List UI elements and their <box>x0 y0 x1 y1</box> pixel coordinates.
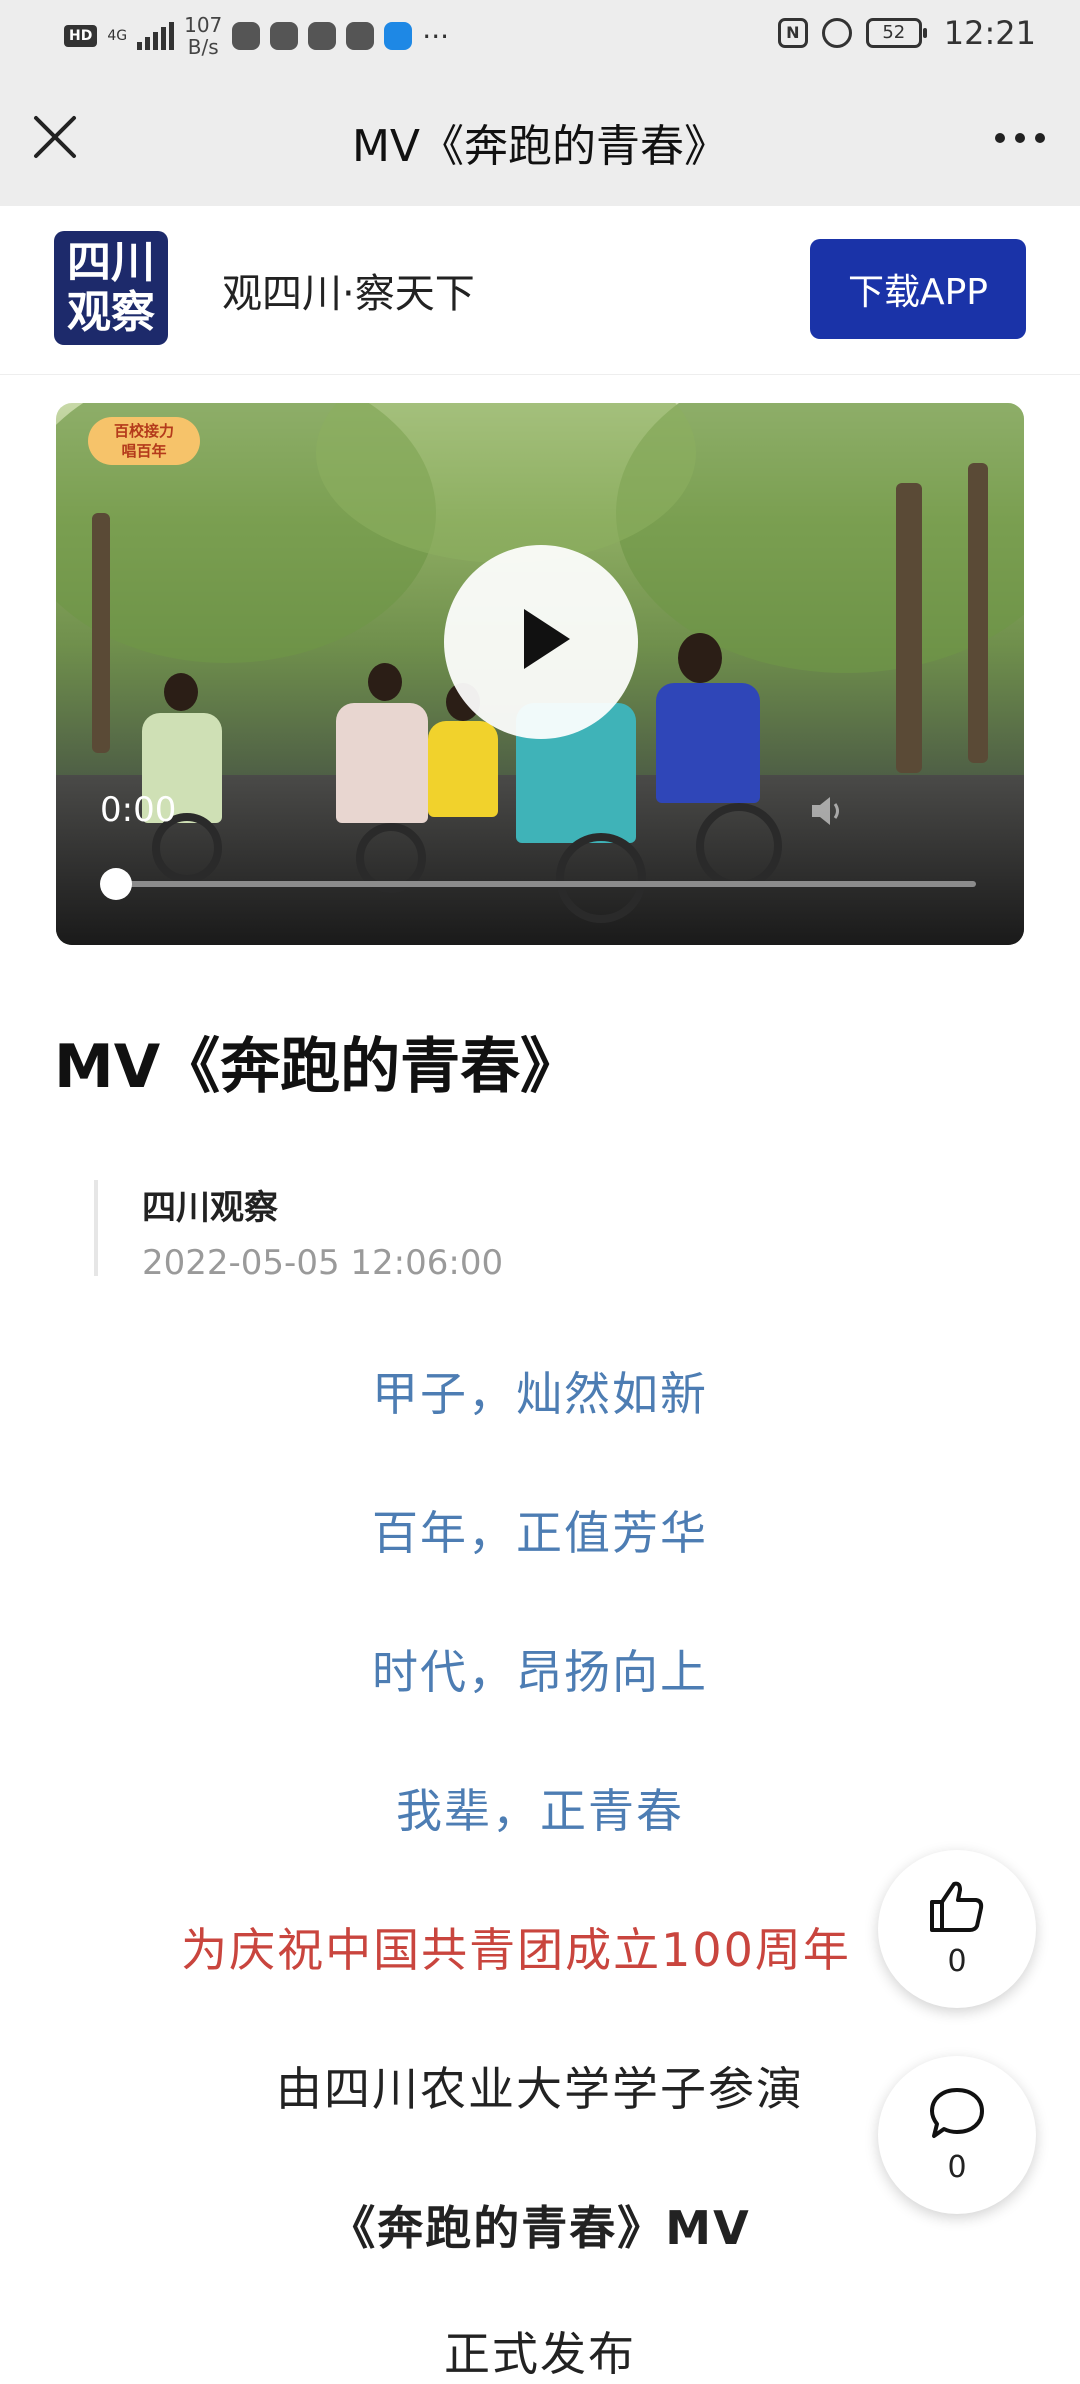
badge-line-1: 百校接力 <box>113 422 174 440</box>
play-icon <box>524 609 570 669</box>
play-button[interactable] <box>444 545 638 739</box>
battery-icon: 52 <box>865 18 927 48</box>
comment-bubble-icon <box>928 2086 986 2144</box>
speed-value: 107 <box>184 13 223 37</box>
alarm-icon <box>821 18 852 48</box>
author-name[interactable]: 四川观察 <box>142 1180 503 1229</box>
qq-icon <box>270 22 299 50</box>
speed-unit: B/s <box>187 35 219 59</box>
nfc-icon: N <box>777 18 808 48</box>
logo-line-1: 四川 <box>67 237 155 288</box>
qq-icon <box>232 22 261 50</box>
article-line: 时代，昂扬向上 <box>372 1645 708 1699</box>
bike-wheel <box>696 803 782 889</box>
event-badge: 百校接力 唱百年 <box>88 417 200 465</box>
rider <box>656 683 760 803</box>
wechat-icon <box>346 22 375 50</box>
video-progress-knob[interactable] <box>100 868 132 900</box>
status-left: HD 4G 107 B/s ··· <box>64 14 449 58</box>
article-line: 我辈，正青春 <box>396 1784 684 1838</box>
article-line-partial: 正式发布 <box>444 2327 636 2381</box>
badge-line-2: 唱百年 <box>121 442 167 460</box>
app-logo: 四川 观察 <box>54 231 168 345</box>
network-speed: 107 B/s <box>184 14 222 58</box>
thumbs-up-icon <box>928 1880 986 1938</box>
title-bar: MV《奔跑的青春》 <box>0 72 1080 206</box>
status-bar: HD 4G 107 B/s ··· N 52 12:21 <box>0 0 1080 72</box>
author-info: 四川观察 2022-05-05 12:06:00 <box>94 1180 503 1283</box>
publish-date: 2022-05-05 12:06:00 <box>142 1243 504 1283</box>
tree-trunk <box>896 483 922 773</box>
video-player[interactable]: 百校接力 唱百年 0:00 <box>56 403 1024 945</box>
video-progress-track[interactable] <box>116 881 976 887</box>
article-line: 百年，正值芳华 <box>372 1506 708 1560</box>
rider-head <box>678 633 722 683</box>
network-type: 4G <box>107 28 128 44</box>
like-button[interactable]: 0 <box>878 1850 1036 2008</box>
page-title: MV《奔跑的青春》 <box>351 121 729 172</box>
like-count: 0 <box>947 1943 967 1979</box>
app-slogan: 观四川·察天下 <box>222 271 475 317</box>
app-banner: 四川 观察 观四川·察天下 下载APP <box>0 206 1080 375</box>
logo-line-2: 观察 <box>67 287 155 338</box>
hd-indicator: HD <box>64 25 98 47</box>
download-app-button[interactable]: 下载APP <box>810 239 1026 339</box>
rider <box>428 721 498 817</box>
comment-count: 0 <box>947 2149 967 2185</box>
comment-button[interactable]: 0 <box>878 2056 1036 2214</box>
status-right: N 52 12:21 <box>777 14 1036 52</box>
more-icon[interactable] <box>990 118 1050 158</box>
article-title: MV《奔跑的青春》 <box>54 1032 581 1102</box>
rider-head <box>368 663 402 701</box>
qq-outline-icon <box>308 22 337 50</box>
signal-icon <box>137 22 175 50</box>
video-current-time: 0:00 <box>100 790 177 830</box>
clock: 12:21 <box>943 14 1036 52</box>
rider <box>336 703 428 823</box>
rider-head <box>164 673 198 711</box>
cloud-app-icon <box>384 22 413 50</box>
bike-wheel <box>556 833 646 923</box>
tree-trunk <box>968 463 988 763</box>
more-notifications-icon: ··· <box>422 19 449 53</box>
volume-icon[interactable] <box>808 791 848 831</box>
article-line: 甲子，灿然如新 <box>372 1367 708 1421</box>
tree-trunk <box>92 513 110 753</box>
